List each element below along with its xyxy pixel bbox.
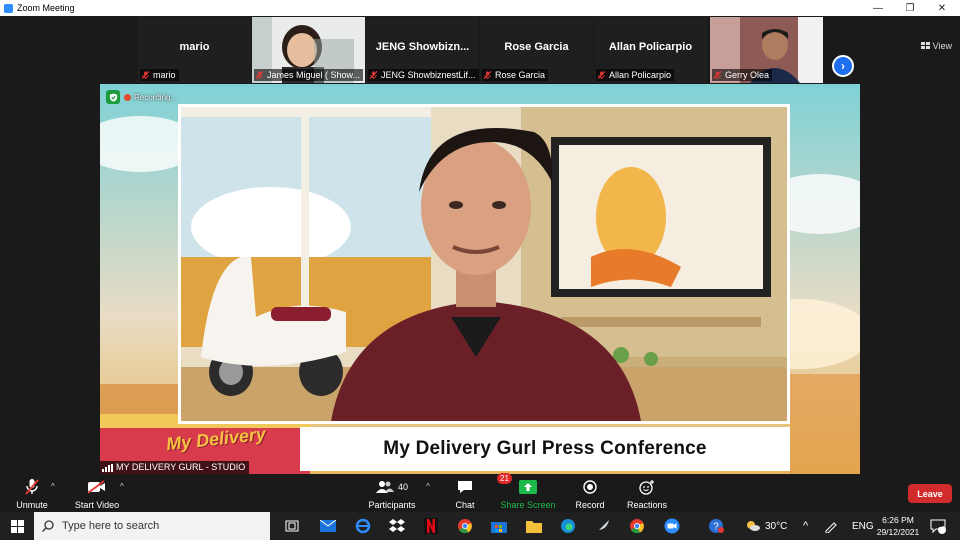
share-screen-icon [519,480,537,494]
participant-tile[interactable]: mario mario [138,17,251,83]
chrome-icon[interactable] [448,512,482,540]
taskbar-clock[interactable]: 6:26 PM 29/12/2021 [870,514,926,538]
mic-muted-icon [141,71,150,80]
internet-explorer-icon[interactable] [346,512,380,540]
notification-center-button[interactable]: 1 [930,512,946,540]
studio-scene [181,107,787,421]
dropbox-icon[interactable] [380,512,414,540]
unmute-button[interactable]: Unmute [0,478,67,510]
zoom-taskbar-icon[interactable] [655,512,689,540]
netflix-icon[interactable] [414,512,448,540]
gallery-next-button[interactable]: › [832,55,854,77]
participant-big-name: Rose Garcia [504,41,569,53]
mic-muted-icon [24,478,40,496]
participant-tile[interactable]: JENG Showbizn... JENG ShowbiznestLif... [366,17,479,83]
recording-indicator: Recording... [106,90,177,104]
mic-muted-icon [255,71,264,80]
chevron-right-icon: › [841,59,845,73]
taskbar-search[interactable]: Type here to search [34,512,270,540]
participant-big-name: mario [179,41,210,53]
tray-overflow-caret[interactable]: ^ [803,512,808,540]
studio-set [178,104,790,424]
window-title: Zoom Meeting [17,3,75,13]
windows-logo-icon [10,519,24,533]
start-button[interactable] [0,512,34,540]
chrome-icon-2[interactable] [620,512,654,540]
zoom-app-icon [4,3,13,13]
participant-tile[interactable]: Gerry Olea [710,17,823,83]
file-explorer-icon[interactable] [517,512,551,540]
lower-third-caption: My Delivery Gurl Press Conference [300,427,790,471]
close-button[interactable]: ✕ [926,0,958,16]
recording-label: Recording... [134,92,178,102]
pen-icon[interactable] [824,512,838,540]
reactions-button[interactable]: Reactions [612,478,682,510]
participant-tile[interactable]: Allan Policarpio Allan Policarpio [594,17,707,83]
participant-label: James Miguel ( Show... [254,69,364,81]
share-screen-button[interactable]: Share Screen [493,478,563,510]
participant-label: Allan Policarpio [596,69,675,81]
feather-app-icon[interactable] [586,512,620,540]
edge-icon[interactable] [551,512,585,540]
restore-button[interactable]: ❐ [894,0,926,16]
notification-count: 1 [939,522,943,529]
zoom-window: Zoom Meeting — ❐ ✕ mario mario James Mig… [0,0,960,512]
view-button[interactable]: View [920,41,952,51]
search-icon [42,520,54,532]
participant-tile[interactable]: Rose Garcia Rose Garcia [480,17,593,83]
temperature: 30°C [765,520,788,532]
task-view-icon[interactable] [275,512,309,540]
mic-muted-icon [483,71,492,80]
mic-muted-icon [597,71,606,80]
participant-label: Gerry Olea [712,69,773,81]
clock-time: 6:26 PM [882,515,914,525]
speaker-name-label: MY DELIVERY GURL - STUDIO [100,461,250,474]
minimize-button[interactable]: — [862,0,894,16]
mail-icon[interactable] [311,512,345,540]
participants-button[interactable]: 40 Participants [357,478,427,510]
mic-muted-icon [713,71,722,80]
store-icon[interactable] [482,512,516,540]
participant-label: Rose Garcia [482,69,549,81]
weather-widget[interactable]: 30°C [745,512,787,540]
active-speaker-video: Recording... My Delivery My Delivery Gur… [100,84,860,474]
partly-cloudy-icon [747,521,760,531]
gallery-strip: mario mario James Miguel ( Show... JENG … [0,17,960,83]
encryption-shield-icon[interactable] [106,90,120,104]
signal-strength-icon [102,463,113,472]
notification-icon [930,519,946,534]
mic-muted-icon [369,71,378,80]
record-dot-icon [124,93,131,101]
clock-date: 29/12/2021 [876,527,920,537]
participants-count: 40 [397,482,408,492]
participant-label: JENG ShowbiznestLif... [368,69,479,81]
audio-options-caret[interactable]: ^ [51,482,55,491]
participant-tile[interactable]: James Miguel ( Show... [252,17,365,83]
participant-label: mario [140,69,179,81]
help-icon[interactable]: ? [708,512,724,540]
search-placeholder: Type here to search [62,520,160,532]
caption-text: My Delivery Gurl Press Conference [383,438,707,459]
chat-button[interactable]: 21 Chat [430,473,512,510]
meeting-toolbar: Unmute ^ Start Video ^ 40 Participants ^… [0,473,960,512]
title-bar: Zoom Meeting — ❐ ✕ [0,0,960,16]
video-off-icon [87,478,107,496]
record-icon [583,480,597,494]
chat-icon [458,481,472,493]
participant-big-name: JENG Showbizn... [375,41,470,53]
participant-big-name: Allan Policarpio [608,41,693,53]
reactions-icon [639,480,654,495]
grid-view-icon [920,42,930,49]
leave-button[interactable]: Leave [908,484,952,503]
participants-icon [375,481,394,493]
video-options-caret[interactable]: ^ [120,482,124,491]
